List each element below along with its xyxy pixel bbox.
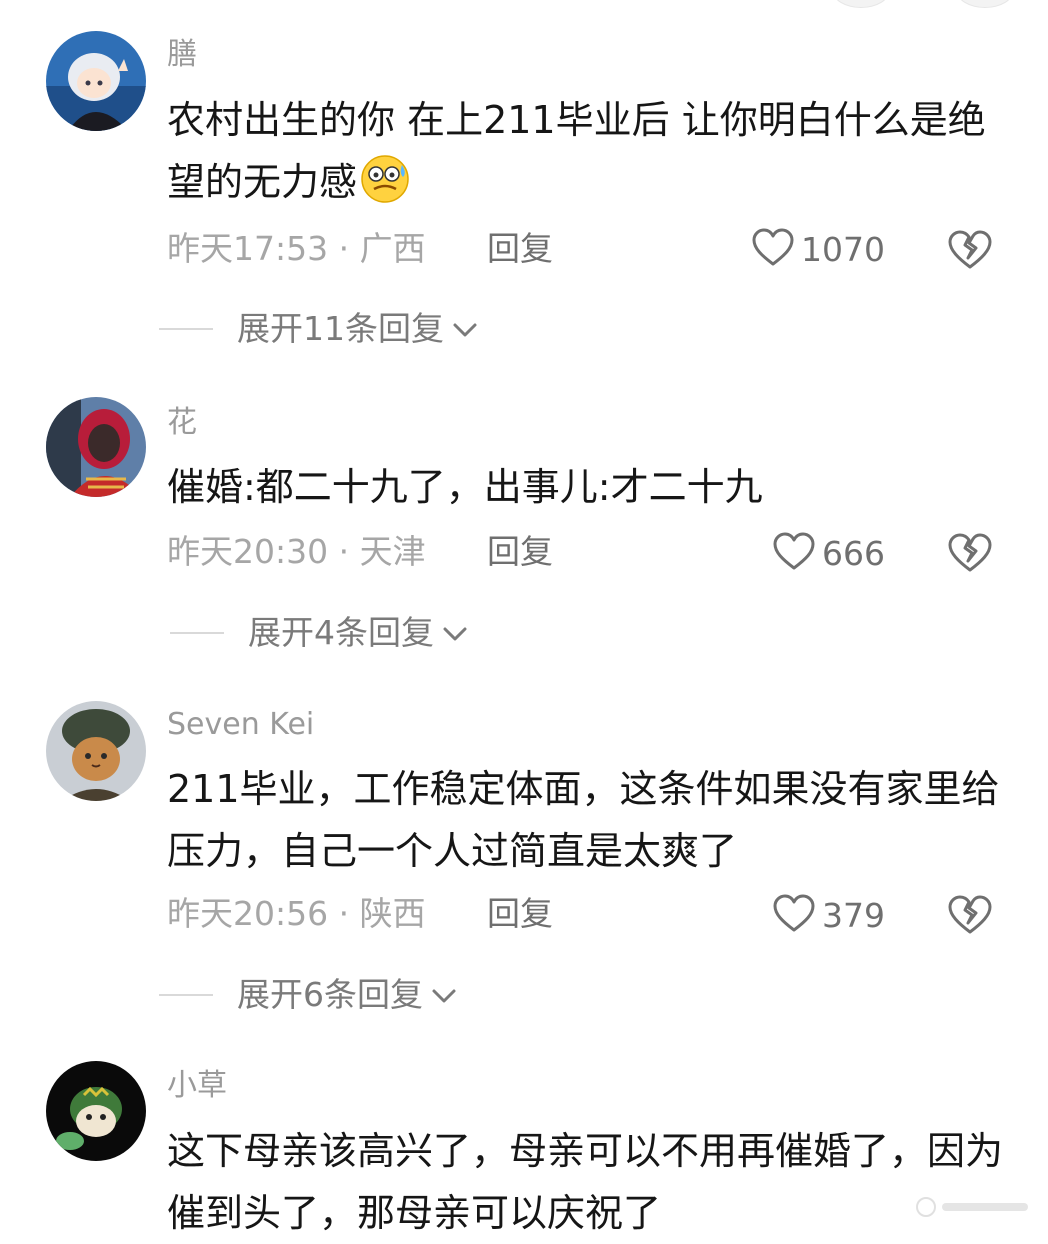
meta-separator: · bbox=[328, 894, 360, 933]
comment-meta: 昨天20:30 · 天津 bbox=[167, 535, 426, 568]
expand-divider bbox=[159, 993, 213, 996]
comment-username[interactable]: Seven Kei bbox=[167, 710, 314, 740]
expand-replies-button[interactable]: 展开4条回复 bbox=[170, 616, 470, 649]
meta-separator: · bbox=[328, 229, 360, 268]
dislike-button[interactable] bbox=[946, 228, 994, 274]
expand-replies-label: 展开6条回复 bbox=[237, 975, 423, 1014]
comment-location: 天津 bbox=[359, 532, 426, 571]
like-button[interactable]: 379 bbox=[772, 893, 885, 938]
reply-button[interactable]: 回复 bbox=[487, 897, 553, 930]
comment-text-content: 农村出生的你 在上211毕业后 让你明白什么是绝望的无力感 bbox=[167, 98, 986, 204]
broken-heart-icon bbox=[946, 895, 994, 939]
heart-outline-icon bbox=[772, 531, 822, 576]
comment-text: 农村出生的你 在上211毕业后 让你明白什么是绝望的无力感 bbox=[167, 89, 1007, 213]
like-button[interactable]: 1070 bbox=[751, 227, 885, 272]
broken-heart-icon bbox=[946, 533, 994, 577]
expand-divider bbox=[159, 327, 213, 330]
comment-text: 催婚:都二十九了，出事儿:才二十九 bbox=[167, 465, 763, 509]
heart-outline-icon bbox=[751, 227, 801, 272]
avatar[interactable] bbox=[46, 1061, 146, 1161]
expand-replies-label: 展开4条回复 bbox=[248, 613, 434, 652]
reply-button[interactable]: 回复 bbox=[487, 232, 553, 265]
like-count: 1070 bbox=[801, 230, 885, 269]
comment-time: 昨天17:53 bbox=[167, 229, 329, 268]
partial-top-button[interactable] bbox=[832, 0, 890, 8]
dislike-button[interactable] bbox=[946, 893, 994, 939]
reply-button[interactable]: 回复 bbox=[487, 535, 553, 568]
avatar[interactable] bbox=[46, 397, 146, 497]
crying-sweat-emoji-icon bbox=[359, 153, 411, 205]
comment-location: 陕西 bbox=[359, 894, 426, 933]
comment-meta: 昨天20:56 · 陕西 bbox=[167, 897, 426, 930]
expand-replies-button[interactable]: 展开6条回复 bbox=[159, 978, 459, 1011]
avatar[interactable] bbox=[46, 701, 146, 801]
chevron-down-icon bbox=[434, 616, 470, 649]
dislike-button[interactable] bbox=[946, 531, 994, 577]
expand-divider bbox=[170, 631, 224, 634]
comment-username[interactable]: 膳 bbox=[167, 40, 197, 70]
meta-separator: · bbox=[328, 532, 360, 571]
chevron-down-icon bbox=[423, 978, 459, 1011]
expand-replies-label: 展开11条回复 bbox=[237, 309, 444, 348]
comment-location: 广西 bbox=[359, 229, 426, 268]
like-count: 379 bbox=[822, 896, 885, 935]
avatar[interactable] bbox=[46, 31, 146, 131]
comment-time: 昨天20:30 bbox=[167, 532, 329, 571]
comment-meta: 昨天17:53 · 广西 bbox=[167, 232, 426, 265]
comment-time: 昨天20:56 bbox=[167, 894, 329, 933]
partial-top-button[interactable] bbox=[956, 0, 1014, 8]
broken-heart-icon bbox=[946, 230, 994, 274]
expand-replies-button[interactable]: 展开11条回复 bbox=[159, 312, 480, 345]
comment-username[interactable]: 小草 bbox=[167, 1071, 227, 1101]
heart-outline-icon bbox=[772, 893, 822, 938]
chevron-down-icon bbox=[444, 312, 480, 345]
comment-username[interactable]: 花 bbox=[167, 408, 197, 438]
comment-text: 211毕业，工作稳定体面，这条件如果没有家里给压力，自己一个人过简直是太爽了 bbox=[167, 767, 1000, 873]
watermark-logo bbox=[916, 1197, 1028, 1217]
comment-text: 这下母亲该高兴了，母亲可以不用再催婚了，因为催到头了，那母亲可以庆祝了 bbox=[167, 1129, 1004, 1235]
like-count: 666 bbox=[822, 534, 885, 573]
like-button[interactable]: 666 bbox=[772, 531, 885, 576]
